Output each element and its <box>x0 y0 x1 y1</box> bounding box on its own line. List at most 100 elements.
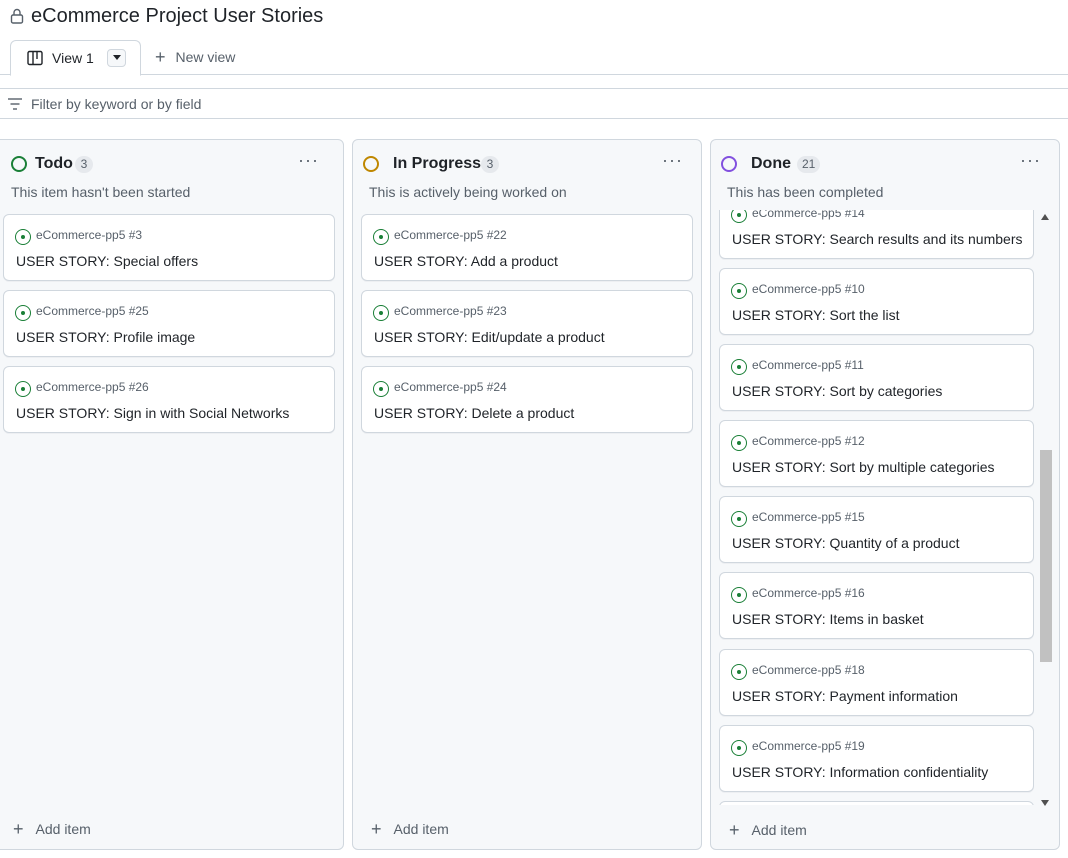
issue-ref[interactable]: eCommerce-pp5 #11 <box>752 358 864 372</box>
project-title: eCommerce Project User Stories <box>31 5 324 27</box>
issue-card[interactable]: eCommerce-pp5 #12 USER STORY: Sort by mu… <box>719 420 1034 487</box>
issue-open-icon <box>373 381 389 397</box>
add-item-label: Add item <box>393 821 449 837</box>
tab-view-1[interactable]: View 1 <box>10 40 141 76</box>
issue-ref[interactable]: eCommerce-pp5 #12 <box>752 434 865 448</box>
issue-title[interactable]: USER STORY: Edit/update a product <box>374 329 605 345</box>
issue-ref[interactable]: eCommerce-pp5 #22 <box>394 228 507 242</box>
card-list: eCommerce-pp5 #14 USER STORY: Search res… <box>711 210 1043 805</box>
scroll-up-arrow-icon[interactable] <box>1041 214 1049 220</box>
issue-card[interactable]: eCommerce-pp5 #26 USER STORY: Sign in wi… <box>3 366 335 433</box>
issue-title[interactable]: USER STORY: Quantity of a product <box>732 535 959 551</box>
issue-open-icon <box>731 664 747 680</box>
issue-open-icon <box>15 305 31 321</box>
column-count: 3 <box>481 156 499 173</box>
column-count: 3 <box>75 156 93 173</box>
issue-title[interactable]: USER STORY: Payment information <box>732 688 958 704</box>
issue-open-icon <box>731 511 747 527</box>
issue-ref[interactable]: eCommerce-pp5 #18 <box>752 663 865 677</box>
issue-title[interactable]: USER STORY: Information confidentiality <box>732 764 988 780</box>
scrollbar[interactable] <box>1039 212 1053 808</box>
issue-title[interactable]: USER STORY: Sign in with Social Networks <box>16 405 289 421</box>
view-options-button[interactable] <box>107 49 126 67</box>
issue-ref[interactable]: eCommerce-pp5 #26 <box>36 380 149 394</box>
column-done: Done 21 ··· This has been completed eCom… <box>710 139 1060 850</box>
issue-title[interactable]: USER STORY: Sort by categories <box>732 383 942 399</box>
column-in-progress: In Progress 3 ··· This is actively being… <box>352 139 702 850</box>
issue-ref[interactable]: eCommerce-pp5 #16 <box>752 586 865 600</box>
kebab-menu-icon[interactable]: ··· <box>662 150 683 171</box>
plus-icon: + <box>13 819 24 839</box>
issue-card[interactable]: eCommerce-pp5 #11 USER STORY: Sort by ca… <box>719 344 1034 411</box>
column-header: In Progress 3 ··· This is actively being… <box>353 140 701 210</box>
issue-ref[interactable]: eCommerce-pp5 #15 <box>752 510 865 524</box>
card-list: eCommerce-pp5 #3 USER STORY: Special off… <box>1 210 343 805</box>
issue-card[interactable]: eCommerce-pp5 #10 USER STORY: Sort the l… <box>719 268 1034 335</box>
view-tabs: View 1 + New view <box>0 40 1068 76</box>
add-item-button[interactable]: + Add item <box>371 819 449 839</box>
column-name: Todo <box>35 155 73 172</box>
issue-title[interactable]: USER STORY: Special offers <box>16 253 198 269</box>
issue-card[interactable]: eCommerce-pp5 #23 USER STORY: Edit/updat… <box>361 290 693 357</box>
issue-title[interactable]: USER STORY: Search results and its numbe… <box>732 231 1023 247</box>
column-description: This item hasn't been started <box>11 184 191 200</box>
scroll-down-arrow-icon[interactable] <box>1041 800 1049 806</box>
issue-open-icon <box>731 587 747 603</box>
add-item-label: Add item <box>35 821 91 837</box>
issue-ref[interactable]: eCommerce-pp5 #14 <box>752 210 865 220</box>
issue-title[interactable]: USER STORY: Add a product <box>374 253 558 269</box>
new-view-button[interactable]: + New view <box>155 47 236 67</box>
issue-open-icon <box>731 283 747 299</box>
issue-card[interactable]: eCommerce-pp5 #22 USER STORY: Add a prod… <box>361 214 693 281</box>
column-name: In Progress <box>393 155 482 172</box>
column-count: 21 <box>797 156 821 173</box>
issue-card[interactable]: eCommerce-pp5 #3 USER STORY: Special off… <box>3 214 335 281</box>
issue-card[interactable]: eCommerce-pp5 #16 USER STORY: Items in b… <box>719 572 1034 639</box>
column-header: Done 21 ··· This has been completed <box>711 140 1059 210</box>
issue-card[interactable] <box>719 801 1034 805</box>
issue-open-icon <box>373 305 389 321</box>
plus-icon: + <box>155 47 166 67</box>
plus-icon: + <box>729 820 740 840</box>
column-header: Todo 3 ··· This item hasn't been started <box>1 140 343 210</box>
new-view-label: New view <box>175 49 236 65</box>
issue-ref[interactable]: eCommerce-pp5 #10 <box>752 282 865 296</box>
issue-open-icon <box>731 210 747 223</box>
board-icon <box>27 50 43 66</box>
issue-ref[interactable]: eCommerce-pp5 #23 <box>394 304 507 318</box>
tab-label: View 1 <box>52 50 94 66</box>
issue-title[interactable]: USER STORY: Delete a product <box>374 405 574 421</box>
scrollbar-thumb[interactable] <box>1040 450 1052 662</box>
filter-input[interactable] <box>31 94 631 114</box>
issue-open-icon <box>731 740 747 756</box>
plus-icon: + <box>371 819 382 839</box>
issue-open-icon <box>15 381 31 397</box>
issue-card[interactable]: eCommerce-pp5 #18 USER STORY: Payment in… <box>719 649 1034 716</box>
issue-title[interactable]: USER STORY: Profile image <box>16 329 195 345</box>
add-item-button[interactable]: + Add item <box>13 819 91 839</box>
kebab-menu-icon[interactable]: ··· <box>298 150 319 171</box>
issue-card[interactable]: eCommerce-pp5 #19 USER STORY: Informatio… <box>719 725 1034 792</box>
issue-card[interactable]: eCommerce-pp5 #24 USER STORY: Delete a p… <box>361 366 693 433</box>
card-list: eCommerce-pp5 #22 USER STORY: Add a prod… <box>353 210 701 805</box>
filter-icon <box>8 98 22 110</box>
issue-open-icon <box>373 229 389 245</box>
issue-title[interactable]: USER STORY: Items in basket <box>732 611 924 627</box>
issue-title[interactable]: USER STORY: Sort by multiple categories <box>732 459 994 475</box>
issue-card[interactable]: eCommerce-pp5 #14 USER STORY: Search res… <box>719 210 1034 259</box>
add-item-button[interactable]: + Add item <box>729 820 807 840</box>
issue-card[interactable]: eCommerce-pp5 #25 USER STORY: Profile im… <box>3 290 335 357</box>
kebab-menu-icon[interactable]: ··· <box>1020 150 1041 171</box>
status-circle-icon <box>721 156 737 172</box>
issue-ref[interactable]: eCommerce-pp5 #25 <box>36 304 149 318</box>
issue-ref[interactable]: eCommerce-pp5 #19 <box>752 739 865 753</box>
column-name: Done <box>751 155 791 172</box>
filter-bar <box>0 88 1068 119</box>
triangle-down-icon <box>112 55 121 60</box>
issue-ref[interactable]: eCommerce-pp5 #3 <box>36 228 142 242</box>
issue-open-icon <box>731 359 747 375</box>
issue-card[interactable]: eCommerce-pp5 #15 USER STORY: Quantity o… <box>719 496 1034 563</box>
issue-ref[interactable]: eCommerce-pp5 #24 <box>394 380 507 394</box>
issue-title[interactable]: USER STORY: Sort the list <box>732 307 900 323</box>
add-item-label: Add item <box>751 822 807 838</box>
